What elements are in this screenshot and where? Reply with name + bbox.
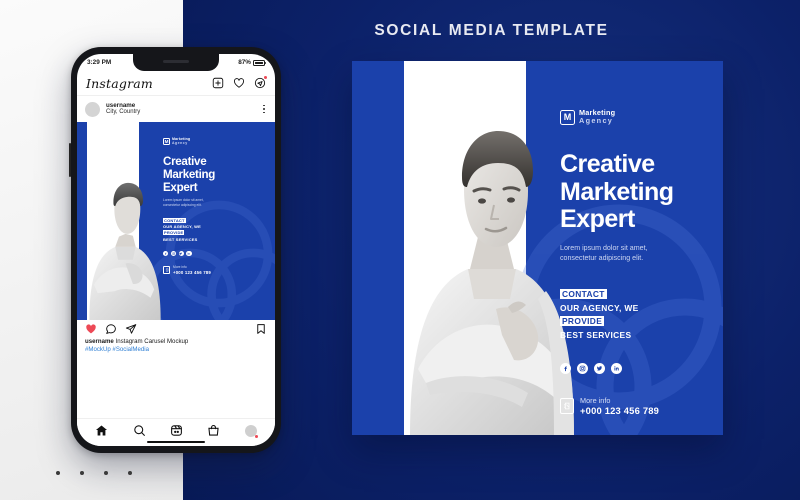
contact-book-icon [163,266,170,275]
caption-username[interactable]: username [85,338,114,345]
poster-headline: Creative Marketing Expert [560,151,723,234]
profile-avatar[interactable] [244,424,258,438]
post-author-block: username City, Country [106,102,257,116]
caption-text: Instagram Carusel Mockup [115,338,189,345]
facebook-icon [163,251,169,257]
shop-icon[interactable] [207,424,220,437]
contact-book-icon [560,398,574,415]
model-photo [396,77,586,435]
mini-subtext: Lorem ipsum dolor sit amet, consectetur … [163,197,204,207]
subtext-line-2: consectetur adipiscing elit. [560,254,644,263]
headline-line-1: Creative [560,150,655,179]
mini-poster-content: M Marketing Agency Creative Marketing Ex… [163,122,267,320]
facebook-icon[interactable] [560,362,571,374]
poster-contact-block: CONTACT OUR AGENCY, WE PROVIDE BEST SERV… [560,288,723,342]
contact-line-2: OUR AGENCY, WE [560,302,639,313]
earpiece-speaker [163,60,189,63]
info-phone: +000 123 456 789 [580,405,660,417]
post-username[interactable]: username [106,102,257,109]
mini-logo: M Marketing Agency [163,122,267,146]
linkedin-icon[interactable] [611,362,622,374]
carousel-dot[interactable] [56,471,60,475]
headline-line-2: Marketing [560,177,674,206]
poster-social-icons [560,362,723,374]
instagram-header: Instagram [77,71,275,96]
carousel-dots [56,471,132,475]
mini-headline: Creative Marketing Expert [163,154,216,194]
logo-line-2: Agency [172,140,188,145]
model-photo [81,142,169,320]
post-action-bar [77,320,275,337]
search-icon[interactable] [133,424,146,437]
share-icon[interactable] [125,323,137,335]
post-image[interactable]: M Marketing Agency Creative Marketing Ex… [77,122,275,320]
poster-subtext: Lorem ipsum dolor sit amet, consectetur … [560,243,700,264]
caption-hashtags[interactable]: #MockUp #SocialMedia [85,346,267,354]
phone-notch [133,54,219,71]
notification-dot [263,75,268,80]
carousel-dot[interactable] [104,471,108,475]
twitter-icon[interactable] [594,362,605,374]
home-icon[interactable] [95,424,108,437]
logo-mark: M [163,138,170,146]
battery-icon [253,59,267,66]
reels-icon[interactable] [170,424,183,437]
instagram-icon [170,251,176,257]
contact-line-1: CONTACT [560,289,607,300]
mini-info-block: More info +000 123 456 789 [163,265,267,275]
brand-logo: M Marketing Agency [560,61,723,125]
linkedin-icon [186,251,192,257]
instagram-icon[interactable] [577,362,588,374]
twitter-icon [178,251,184,257]
contact-line-4: BEST SERVICES [560,329,632,340]
mini-contact-block: CONTACT OUR AGENCY, WE PROVIDE BEST SERV… [163,217,201,242]
phone-screen: 3:29 PM 87% Instagram username City, Cou… [77,54,275,446]
status-battery-percent: 87% [238,59,251,66]
messenger-icon[interactable] [254,75,268,89]
contact-line-3: PROVIDE [560,316,605,327]
bookmark-icon[interactable] [255,323,267,335]
carousel-dot[interactable] [128,471,132,475]
instagram-wordmark: Instagram [86,75,153,91]
page-title: SOCIAL MEDIA TEMPLATE [374,22,609,39]
avatar[interactable] [85,101,100,117]
comment-icon[interactable] [105,323,117,335]
poster-content: M Marketing Agency Creative Marketing Ex… [560,61,723,435]
heart-icon[interactable] [233,77,245,89]
mini-poster: M Marketing Agency Creative Marketing Ex… [77,122,275,320]
status-right: 87% [238,59,267,66]
mini-info-phone: +000 123 456 789 [173,269,211,275]
status-time: 3:29 PM [87,59,112,66]
subtext-line-1: Lorem ipsum dolor sit amet, [560,243,648,252]
logo-mark: M [560,109,575,125]
more-options-icon[interactable] [263,104,267,114]
logo-line-2: Agency [579,116,614,126]
screenshot-stage: SOCIAL MEDIA TEMPLATE 3:29 PM 87% Instag… [0,0,800,500]
headline-line-3: Expert [560,205,635,234]
post-caption: username Instagram Carusel Mockup #MockU… [77,337,275,354]
mini-social-icons [163,251,267,257]
carousel-dot[interactable] [80,471,84,475]
phone-mockup: 3:29 PM 87% Instagram username City, Cou… [69,47,281,453]
like-icon[interactable] [85,323,97,335]
add-post-icon[interactable] [212,77,224,89]
info-label: More info [580,395,611,405]
post-location: City, Country [106,109,141,116]
instagram-header-actions [212,75,268,89]
poster-preview: M Marketing Agency Creative Marketing Ex… [352,61,723,435]
poster-info-block: More info +000 123 456 789 [560,396,723,418]
post-header: username City, Country [77,96,275,122]
